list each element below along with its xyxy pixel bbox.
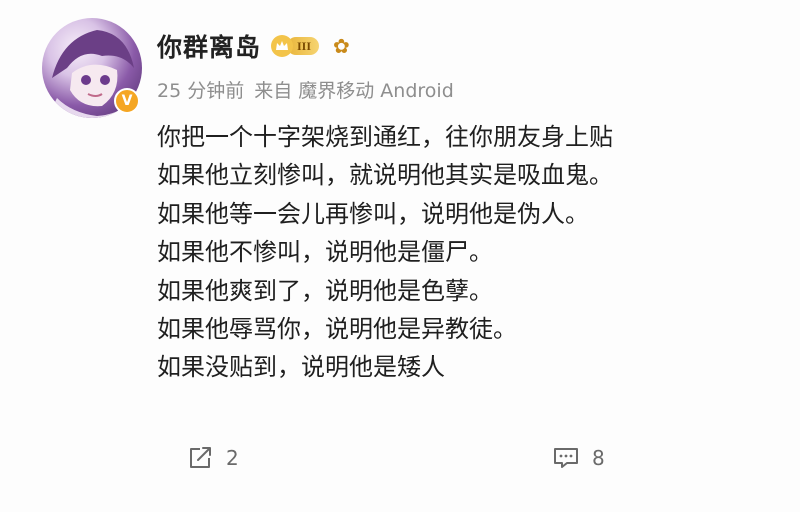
username[interactable]: 你群离岛	[157, 28, 261, 64]
verified-badge-icon: V	[114, 88, 140, 114]
post-meta: 25 分钟前 来自 魔界移动 Android	[157, 76, 454, 103]
username-row: 你群离岛 III ✿	[157, 28, 350, 64]
post-time: 25 分钟前	[157, 80, 245, 102]
post-line: 如果没贴到，说明他是矮人	[157, 353, 445, 382]
flower-icon: ✿	[333, 34, 350, 58]
post-line: 你把一个十字架烧到通红，往你朋友身上贴	[157, 123, 613, 151]
post-line: 如果他等一会儿再惨叫，说明他是伪人。	[157, 199, 589, 228]
crown-icon	[271, 35, 294, 57]
post-card: V 你群离岛 III ✿ 25 分钟前 来自 魔界移动 Android 你把一个…	[0, 0, 800, 512]
level-badge[interactable]: III	[271, 33, 320, 59]
share-button[interactable]: 2	[188, 446, 239, 470]
post-line: 如果他立刻惨叫，就说明他其实是吸血鬼。	[157, 161, 613, 190]
post-source: 来自 魔界移动 Android	[254, 80, 454, 102]
comment-button[interactable]: 8	[552, 446, 605, 470]
avatar[interactable]: V	[42, 18, 142, 118]
comment-icon	[552, 446, 580, 470]
post-line: 如果他不惨叫，说明他是僵尸。	[157, 238, 493, 267]
share-icon	[188, 446, 214, 470]
post-line: 如果他辱骂你，说明他是异教徒。	[157, 315, 517, 344]
share-count: 2	[226, 446, 239, 470]
action-bar: 2 8	[0, 446, 800, 482]
post-body: 你把一个十字架烧到通红，往你朋友身上贴 如果他立刻惨叫，就说明他其实是吸血鬼。 …	[157, 118, 777, 387]
post-line: 如果他爽到了，说明他是色孽。	[157, 276, 493, 305]
comment-count: 8	[592, 446, 605, 470]
